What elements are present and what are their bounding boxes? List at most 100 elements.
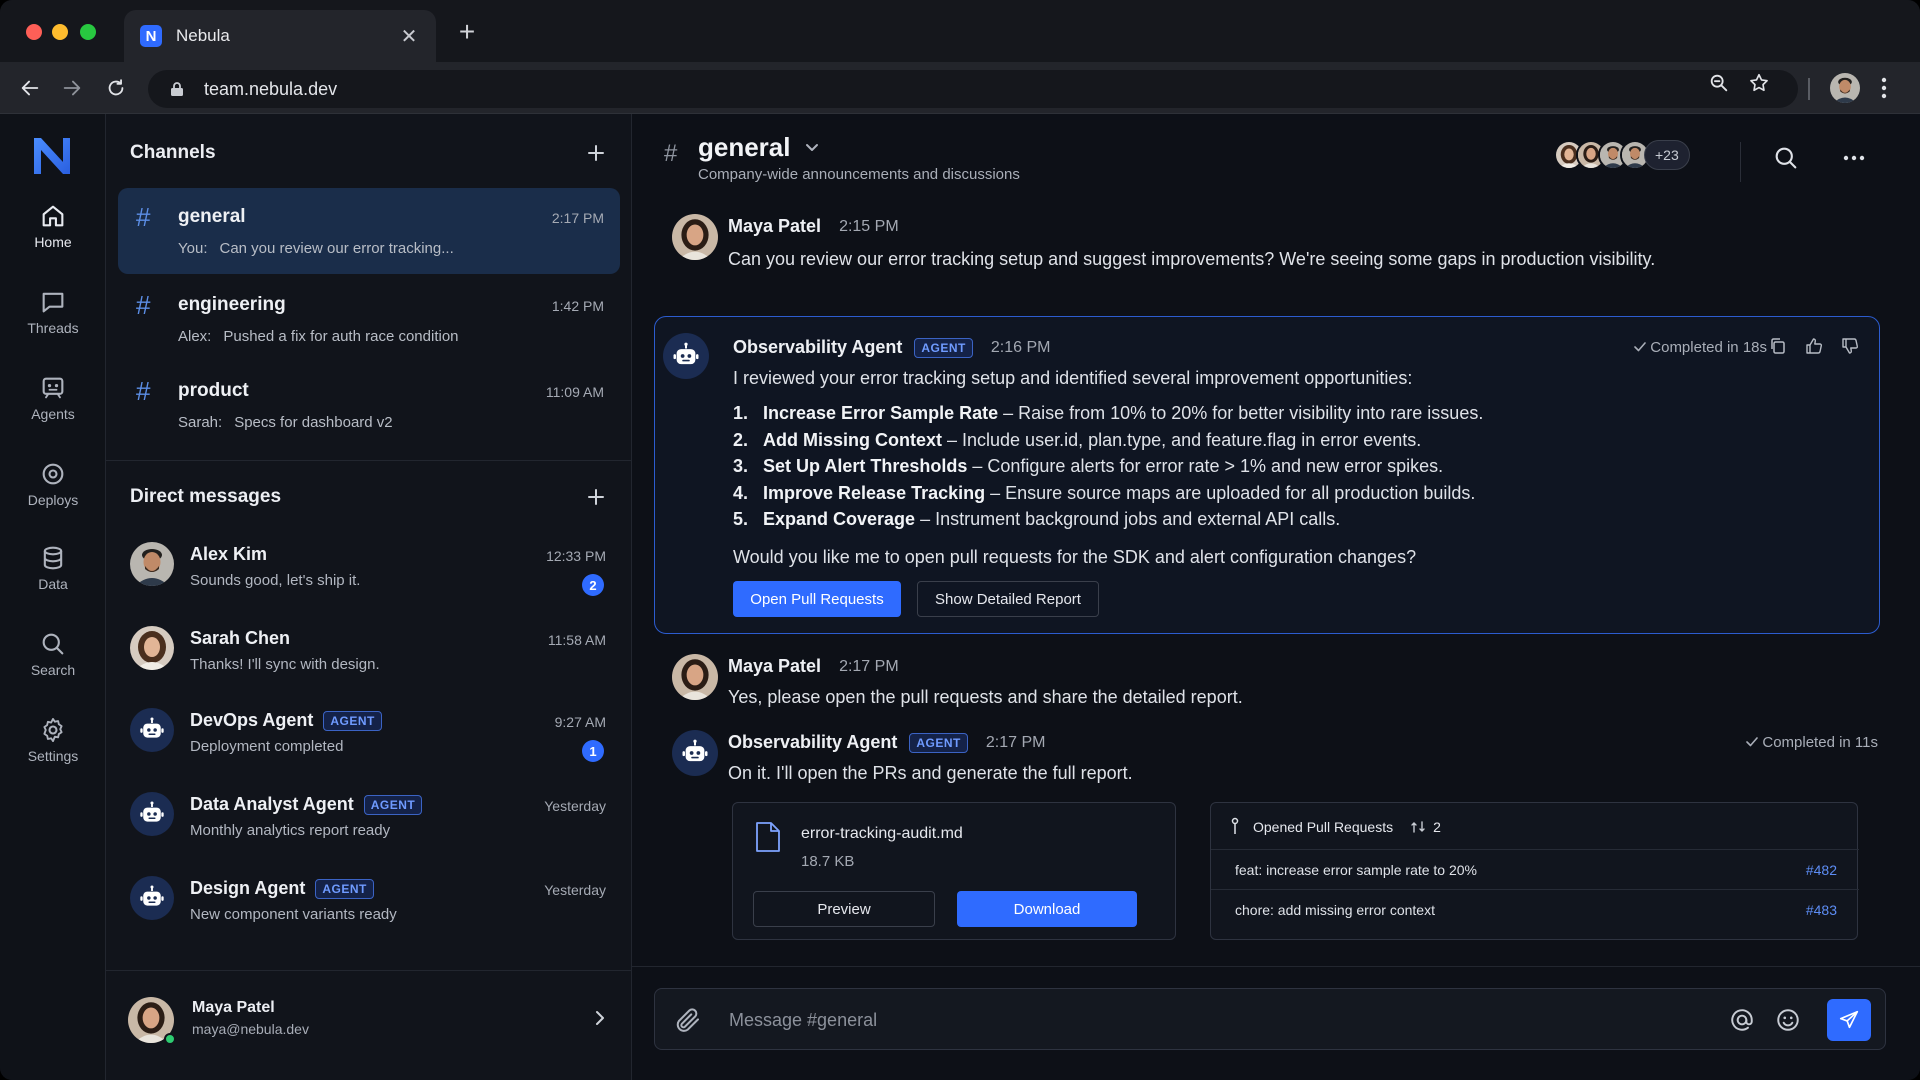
dm-item-design-agent[interactable]: Design Agent AGENT New component variants… bbox=[106, 870, 632, 950]
message-text: On it. I'll open the PRs and generate th… bbox=[728, 763, 1133, 783]
rail-label: Settings bbox=[27, 748, 79, 764]
dm-item-devops-agent[interactable]: DevOps Agent AGENT Deployment completed 9… bbox=[106, 702, 632, 782]
dm-time: 9:27 AM bbox=[554, 714, 606, 730]
more-horizontal-icon[interactable] bbox=[1840, 144, 1868, 172]
rail-item-settings[interactable]: Settings bbox=[0, 716, 106, 764]
reload-icon bbox=[108, 79, 124, 96]
rail-item-threads[interactable]: Threads bbox=[0, 288, 106, 336]
preview-author: Sarah: bbox=[178, 414, 223, 431]
thumbs-down-icon[interactable] bbox=[1841, 337, 1859, 355]
mention-icon[interactable] bbox=[1729, 1007, 1755, 1033]
channel-sidebar: Channels # general 2:17 PM You: Can you r… bbox=[106, 114, 632, 1080]
list-item: 2. Add Missing Context – Include user.id,… bbox=[733, 430, 1633, 457]
message-author: Maya Patel 2:17 PM bbox=[728, 656, 899, 677]
dm-title: Direct messages bbox=[130, 486, 282, 507]
close-tab-icon[interactable]: ✕ bbox=[398, 24, 420, 49]
dm-item-sarah-chen[interactable]: Sarah Chen Thanks! I'll sync with design… bbox=[106, 620, 632, 700]
lock-icon bbox=[171, 82, 183, 96]
bot-avatar bbox=[672, 730, 718, 776]
nebula-logo-icon[interactable] bbox=[30, 134, 74, 178]
back-button[interactable] bbox=[14, 72, 46, 104]
database-icon bbox=[43, 546, 63, 570]
new-tab-button[interactable]: + bbox=[452, 16, 482, 48]
rail-item-home[interactable]: Home bbox=[0, 202, 106, 250]
file-icon bbox=[756, 822, 780, 852]
download-file-button[interactable]: Download bbox=[957, 891, 1137, 927]
chat-bubble-icon bbox=[42, 292, 64, 313]
author-name[interactable]: Maya Patel bbox=[728, 656, 821, 677]
open-pull-requests-button[interactable]: Open Pull Requests bbox=[733, 581, 901, 617]
preview-file-button[interactable]: Preview bbox=[753, 891, 935, 927]
send-button[interactable] bbox=[1827, 999, 1871, 1041]
author-name[interactable]: Observability Agent bbox=[733, 337, 902, 358]
avatar[interactable] bbox=[672, 214, 718, 260]
pr-number-link[interactable]: #482 bbox=[1806, 862, 1837, 878]
channel-preview: Alex: Pushed a fix for auth race conditio… bbox=[178, 328, 459, 345]
minimize-window-button[interactable] bbox=[52, 24, 68, 40]
bot-icon bbox=[680, 738, 710, 768]
pr-count: 2 bbox=[1433, 819, 1441, 835]
channel-item-general[interactable]: # general 2:17 PM You: Can you review our… bbox=[118, 188, 620, 274]
message-input[interactable] bbox=[729, 1003, 1649, 1037]
pr-row[interactable]: feat: increase error sample rate to 20% … bbox=[1211, 849, 1859, 889]
message-author: Maya Patel 2:15 PM bbox=[728, 216, 899, 237]
add-dm-icon[interactable] bbox=[587, 488, 605, 506]
forward-button[interactable] bbox=[56, 72, 88, 104]
add-channel-icon[interactable] bbox=[587, 144, 605, 162]
pr-row[interactable]: chore: add missing error context #483 bbox=[1211, 889, 1859, 929]
thumbs-up-icon[interactable] bbox=[1805, 337, 1823, 355]
current-user-bar[interactable]: Maya Patel maya@nebula.dev bbox=[106, 970, 632, 1080]
file-name[interactable]: error-tracking-audit.md bbox=[801, 825, 963, 843]
bot-icon bbox=[671, 341, 701, 371]
channel-title[interactable]: general bbox=[698, 132, 819, 163]
rail-item-agents[interactable]: Agents bbox=[0, 374, 106, 422]
dm-preview: Deployment completed bbox=[190, 738, 344, 755]
copy-icon[interactable] bbox=[1769, 337, 1787, 355]
list-desc: – Ensure source maps are uploaded for al… bbox=[985, 482, 1476, 503]
bot-icon bbox=[138, 884, 166, 912]
member-avatars[interactable]: +23 bbox=[1554, 140, 1690, 170]
url-field[interactable]: team.nebula.dev bbox=[148, 70, 1798, 108]
rail-item-deploys[interactable]: Deploys bbox=[0, 460, 106, 508]
channel-item-engineering[interactable]: # engineering 1:42 PM Alex: Pushed a fix … bbox=[118, 276, 620, 362]
reload-button[interactable] bbox=[100, 72, 132, 104]
channel-main: # general Company-wide announcements and… bbox=[632, 114, 1920, 1080]
chevron-right-icon bbox=[596, 1011, 604, 1025]
bot-avatar bbox=[130, 792, 174, 836]
close-window-button[interactable] bbox=[26, 24, 42, 40]
rail-item-search[interactable]: Search bbox=[0, 630, 106, 678]
dm-item-alex-kim[interactable]: Alex Kim Sounds good, let's ship it. 12:… bbox=[106, 536, 632, 616]
pr-number-link[interactable]: #483 bbox=[1806, 902, 1837, 918]
show-detailed-report-button[interactable]: Show Detailed Report bbox=[917, 581, 1099, 617]
dm-item-data-analyst-agent[interactable]: Data Analyst Agent AGENT Monthly analytic… bbox=[106, 786, 632, 866]
preview-author: Alex: bbox=[178, 328, 212, 345]
emoji-icon[interactable] bbox=[1775, 1007, 1801, 1033]
maximize-window-button[interactable] bbox=[80, 24, 96, 40]
author-name[interactable]: Observability Agent bbox=[728, 732, 897, 753]
rail-label: Agents bbox=[31, 406, 75, 422]
list-desc: – Include user.id, plan.type, and featur… bbox=[942, 429, 1422, 450]
avatar[interactable] bbox=[672, 654, 718, 700]
profile-avatar[interactable] bbox=[1830, 73, 1860, 103]
message-author: Observability Agent AGENT 2:16 PM bbox=[733, 337, 1050, 358]
recommendation-list: 1. Increase Error Sample Rate – Raise fro… bbox=[733, 403, 1633, 536]
bot-avatar bbox=[663, 333, 709, 379]
paperclip-icon[interactable] bbox=[673, 1005, 703, 1035]
current-user-email: maya@nebula.dev bbox=[192, 1021, 309, 1037]
channel-item-product[interactable]: # product 11:09 AM Sarah: Specs for dashb… bbox=[118, 362, 620, 448]
nebula-favicon-icon: N bbox=[140, 25, 162, 47]
hash-icon: # bbox=[136, 202, 151, 232]
rail-item-data[interactable]: Data bbox=[0, 544, 106, 592]
search-icon[interactable] bbox=[1772, 144, 1800, 172]
more-vertical-icon[interactable] bbox=[1880, 74, 1888, 102]
zoom-icon[interactable] bbox=[1708, 72, 1730, 94]
agent-response-card: Observability Agent AGENT 2:16 PM Comple… bbox=[654, 316, 1880, 634]
tab-title: Nebula bbox=[176, 26, 230, 45]
dm-name: Data Analyst Agent AGENT bbox=[190, 794, 423, 815]
browser-tab[interactable]: N Nebula ✕ bbox=[124, 10, 436, 62]
avatar bbox=[130, 542, 174, 586]
bookmark-star-icon[interactable] bbox=[1748, 72, 1770, 94]
author-name[interactable]: Maya Patel bbox=[728, 216, 821, 237]
section-divider bbox=[106, 460, 632, 461]
rail-label: Data bbox=[38, 576, 68, 592]
